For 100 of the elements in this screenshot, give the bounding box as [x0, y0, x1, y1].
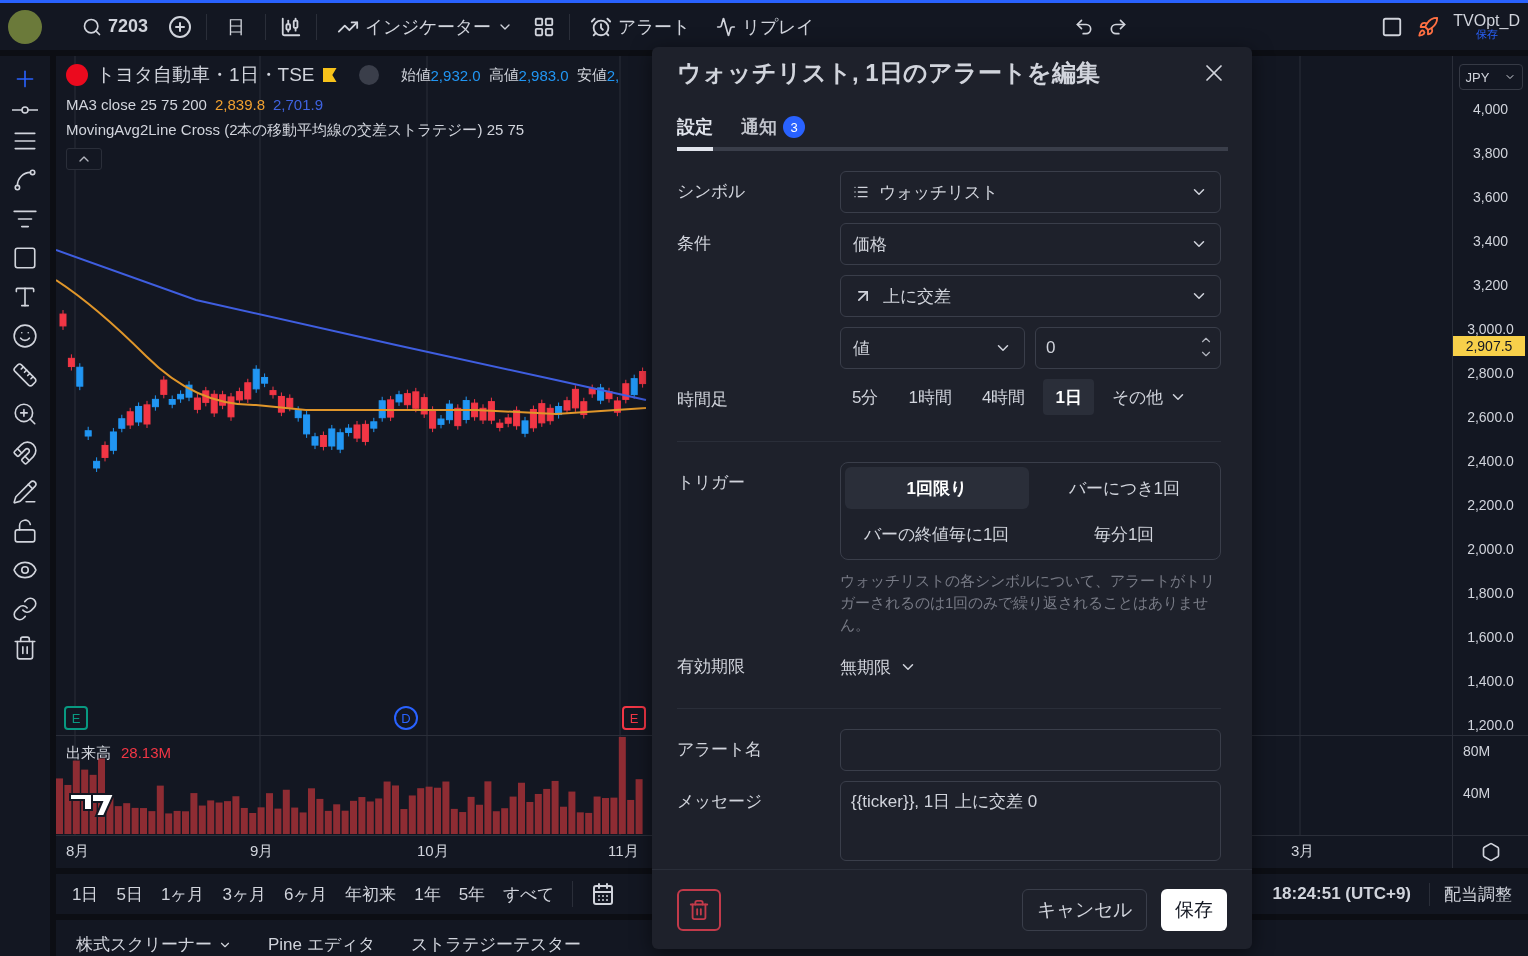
avatar[interactable]: [8, 9, 42, 44]
indicator-value: 2,701.9: [273, 96, 324, 113]
more-timeframes-button[interactable]: その他: [1099, 379, 1199, 415]
price-tick: 2,800.0: [1467, 364, 1514, 383]
condition-select[interactable]: 価格: [840, 223, 1221, 265]
candlestick: [84, 426, 92, 441]
range-button[interactable]: 1日: [72, 882, 99, 906]
count-badge: 3: [783, 116, 805, 138]
replay-icon: [716, 16, 737, 37]
expiry-select[interactable]: 無期限: [840, 646, 1221, 688]
flag-icon: [322, 68, 337, 82]
layout-name[interactable]: TVOpt_D: [1453, 13, 1520, 29]
value-type-select[interactable]: 値: [840, 327, 1025, 369]
candlestick-icon[interactable]: [280, 15, 303, 38]
volume-tick: 80M: [1463, 742, 1491, 761]
price-tick: 1,400.0: [1467, 672, 1514, 691]
add-symbol-icon[interactable]: [168, 14, 193, 39]
last-price-label: 2,907.5: [1453, 336, 1525, 356]
dividend-adjust-toggle[interactable]: 配当調整: [1429, 882, 1512, 906]
range-button[interactable]: すべて: [503, 882, 555, 906]
field-label: 有効期限: [677, 656, 746, 678]
price-tick: 3,800: [1472, 144, 1508, 163]
settings-icon[interactable]: [1480, 842, 1501, 862]
message-input[interactable]: {{ticker}}, 1日 上に交差 0: [840, 781, 1221, 861]
watermark-logo-icon: [69, 793, 116, 817]
indicators-button[interactable]: インジケーター: [331, 10, 520, 43]
value-input[interactable]: 0: [1035, 327, 1221, 369]
alarm-clock-icon: [590, 15, 613, 38]
ohlc-label: 高値: [488, 65, 519, 85]
calendar-icon[interactable]: [591, 882, 616, 906]
cancel-button[interactable]: キャンセル: [1022, 888, 1147, 931]
event-marker[interactable]: E: [64, 706, 88, 730]
interval-button[interactable]: 日: [221, 10, 252, 43]
save-link[interactable]: 保存: [1475, 29, 1498, 40]
trigger-option[interactable]: 毎分1回: [1032, 513, 1216, 555]
event-marker[interactable]: E: [622, 706, 646, 730]
event-marker[interactable]: D: [394, 706, 418, 730]
dialog-title: ウォッチリスト, 1日のアラートを編集: [677, 58, 1100, 88]
timeframe-option[interactable]: 1時間: [896, 379, 964, 415]
operator-select[interactable]: 上に交差: [840, 275, 1221, 317]
price-tick: 4,000: [1472, 100, 1508, 119]
panel-tab[interactable]: 株式スクリーナー: [76, 933, 232, 956]
price-tick: 3,000.0: [1467, 320, 1514, 339]
price-tick: 2,400.0: [1467, 452, 1514, 471]
volume-value: 28.13M: [121, 744, 172, 763]
alert-button[interactable]: アラート: [584, 10, 697, 43]
range-button[interactable]: 年初来: [345, 882, 397, 906]
time-tick: 3月: [1291, 842, 1315, 861]
smiley-icon: [12, 323, 38, 349]
save-button[interactable]: 保存: [1161, 888, 1227, 931]
trigger-option[interactable]: バーの終値毎に1回: [845, 513, 1029, 555]
panel-tab[interactable]: Pine エディタ: [268, 933, 375, 956]
field-label: シンボル: [677, 181, 746, 203]
symbol-select[interactable]: ウォッチリスト: [840, 171, 1221, 213]
fullscreen-icon[interactable]: [1381, 15, 1404, 38]
dialog-tab[interactable]: 設定: [677, 115, 713, 151]
trigger-option[interactable]: 1回限り: [845, 467, 1029, 509]
range-button[interactable]: 5日: [116, 882, 143, 906]
link-icon: [12, 596, 38, 622]
panel-tab[interactable]: ストラテジーテスター: [410, 933, 581, 956]
range-button[interactable]: 1ヶ月: [160, 882, 205, 906]
price-tick: 2,200.0: [1467, 496, 1514, 515]
range-button[interactable]: 5年: [458, 882, 486, 906]
currency-select[interactable]: JPY: [1458, 64, 1523, 90]
price-tick: 2,600.0: [1467, 408, 1514, 427]
price-tick: 3,600: [1472, 188, 1508, 207]
time-tick: 9月: [250, 842, 274, 861]
ohlc-label: 始値: [400, 65, 431, 85]
undo-icon[interactable]: [1073, 16, 1094, 37]
timeframe-option[interactable]: 5分: [840, 379, 891, 415]
trigger-option[interactable]: バーにつき1回: [1032, 467, 1216, 509]
field-label: メッセージ: [677, 791, 763, 813]
field-label: 条件: [677, 233, 712, 255]
range-button[interactable]: 3ヶ月: [222, 882, 266, 906]
timeframe-option[interactable]: 1日: [1043, 379, 1094, 415]
delete-button[interactable]: [677, 888, 721, 931]
strategy-name: MovingAvg2Line Cross (2本の移動平均線の交差ストラテジー) 25 75: [66, 121, 525, 140]
volume-label: 出来高: [66, 744, 111, 763]
ohlc-label: 安値: [576, 65, 607, 85]
price-tick: 1,200.0: [1467, 716, 1514, 735]
range-button[interactable]: 6ヶ月: [283, 882, 328, 906]
time-tick: 11月: [608, 842, 639, 861]
range-button[interactable]: 1年: [414, 882, 441, 906]
replay-button[interactable]: リプレイ: [710, 10, 821, 43]
price-tick: 3,400: [1472, 232, 1508, 251]
symbol-search-button[interactable]: 7203: [76, 12, 155, 41]
alert-name-input[interactable]: [840, 729, 1221, 771]
ohlc-value: 2,983.0: [518, 66, 569, 84]
timeframe-option[interactable]: 4時間: [969, 379, 1038, 415]
field-label: 時間足: [677, 389, 729, 411]
ohlc-value: 2,: [606, 66, 620, 84]
company-logo: [66, 64, 88, 86]
layout-grid-icon[interactable]: [533, 15, 556, 38]
ohlc-value: 2,932.0: [430, 66, 481, 84]
rocket-icon: [1417, 15, 1440, 38]
collapse-button[interactable]: [66, 148, 102, 170]
time-tick: 10月: [417, 842, 449, 861]
dialog-tab[interactable]: 通知 3: [741, 115, 805, 151]
price-tick: 1,800.0: [1467, 584, 1514, 603]
price-tick: 1,600.0: [1467, 628, 1514, 647]
